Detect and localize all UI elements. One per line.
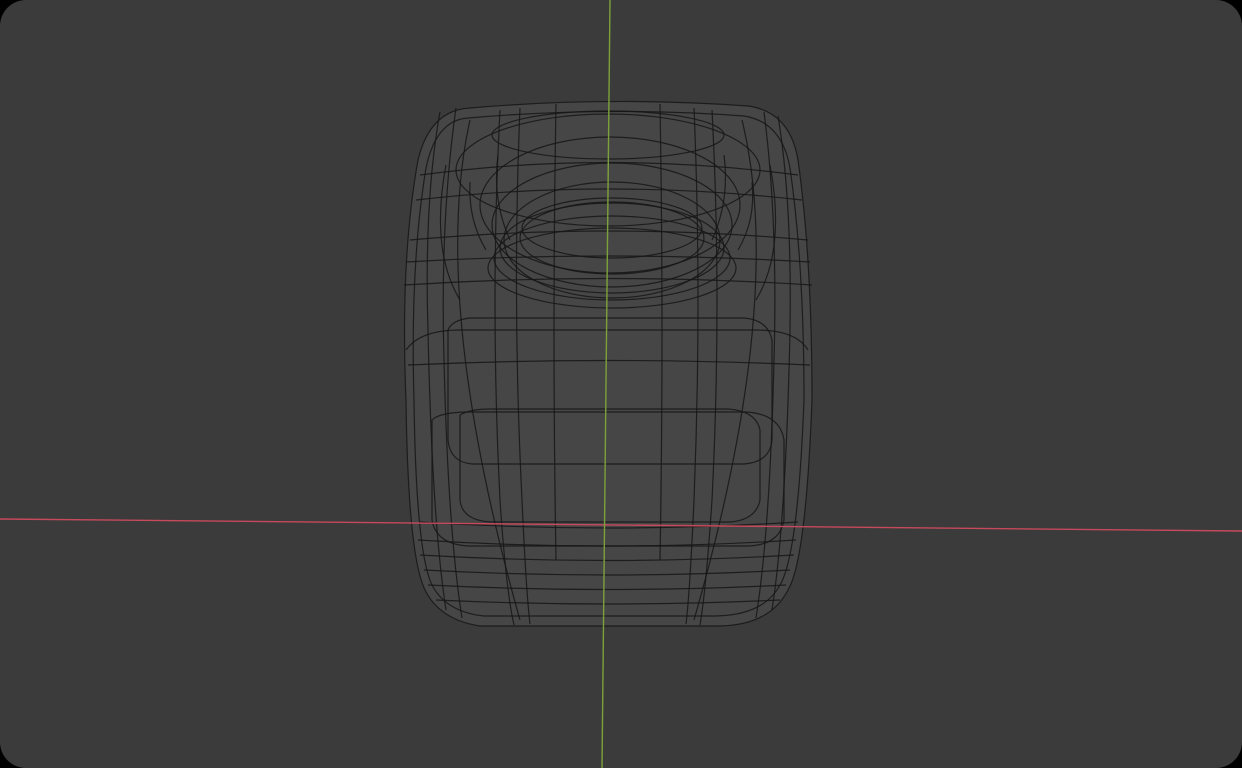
- 3d-viewport[interactable]: [0, 0, 1242, 768]
- viewport-canvas[interactable]: [0, 0, 1242, 768]
